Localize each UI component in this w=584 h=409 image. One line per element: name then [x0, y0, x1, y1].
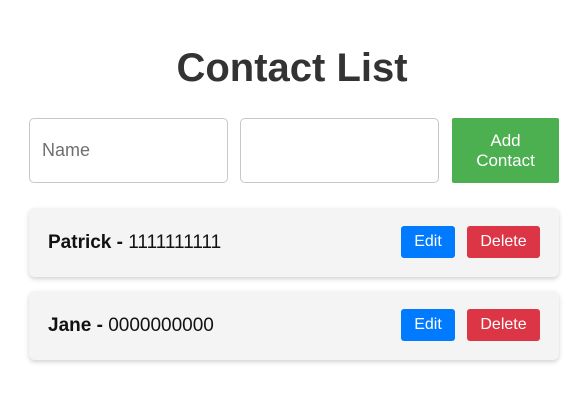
- contact-separator: -: [91, 315, 109, 336]
- phone-input[interactable]: [240, 118, 439, 183]
- delete-button[interactable]: Delete: [467, 226, 540, 258]
- contact-app: Contact List Add Contact Patrick - 11111…: [0, 0, 584, 409]
- add-contact-form: Add Contact: [29, 118, 559, 183]
- contact-name: Patrick: [48, 232, 112, 253]
- contact-name: Jane: [48, 315, 92, 336]
- page-title: Contact List: [176, 46, 408, 90]
- name-input[interactable]: [29, 118, 228, 183]
- edit-button[interactable]: Edit: [401, 309, 455, 341]
- contact-info: Patrick - 1111111111: [48, 208, 221, 277]
- edit-button[interactable]: Edit: [401, 226, 455, 258]
- add-contact-button[interactable]: Add Contact: [452, 118, 559, 183]
- contact-item: Patrick - 1111111111 Edit Delete: [29, 208, 559, 277]
- contact-phone: 0000000000: [108, 315, 214, 336]
- delete-button[interactable]: Delete: [467, 309, 540, 341]
- contact-phone: 1111111111: [128, 232, 222, 253]
- contact-info: Jane - 0000000000: [48, 291, 214, 360]
- contact-list: Patrick - 1111111111 Edit Delete Jane - …: [29, 208, 559, 374]
- contact-item: Jane - 0000000000 Edit Delete: [29, 291, 559, 360]
- contact-separator: -: [111, 232, 129, 253]
